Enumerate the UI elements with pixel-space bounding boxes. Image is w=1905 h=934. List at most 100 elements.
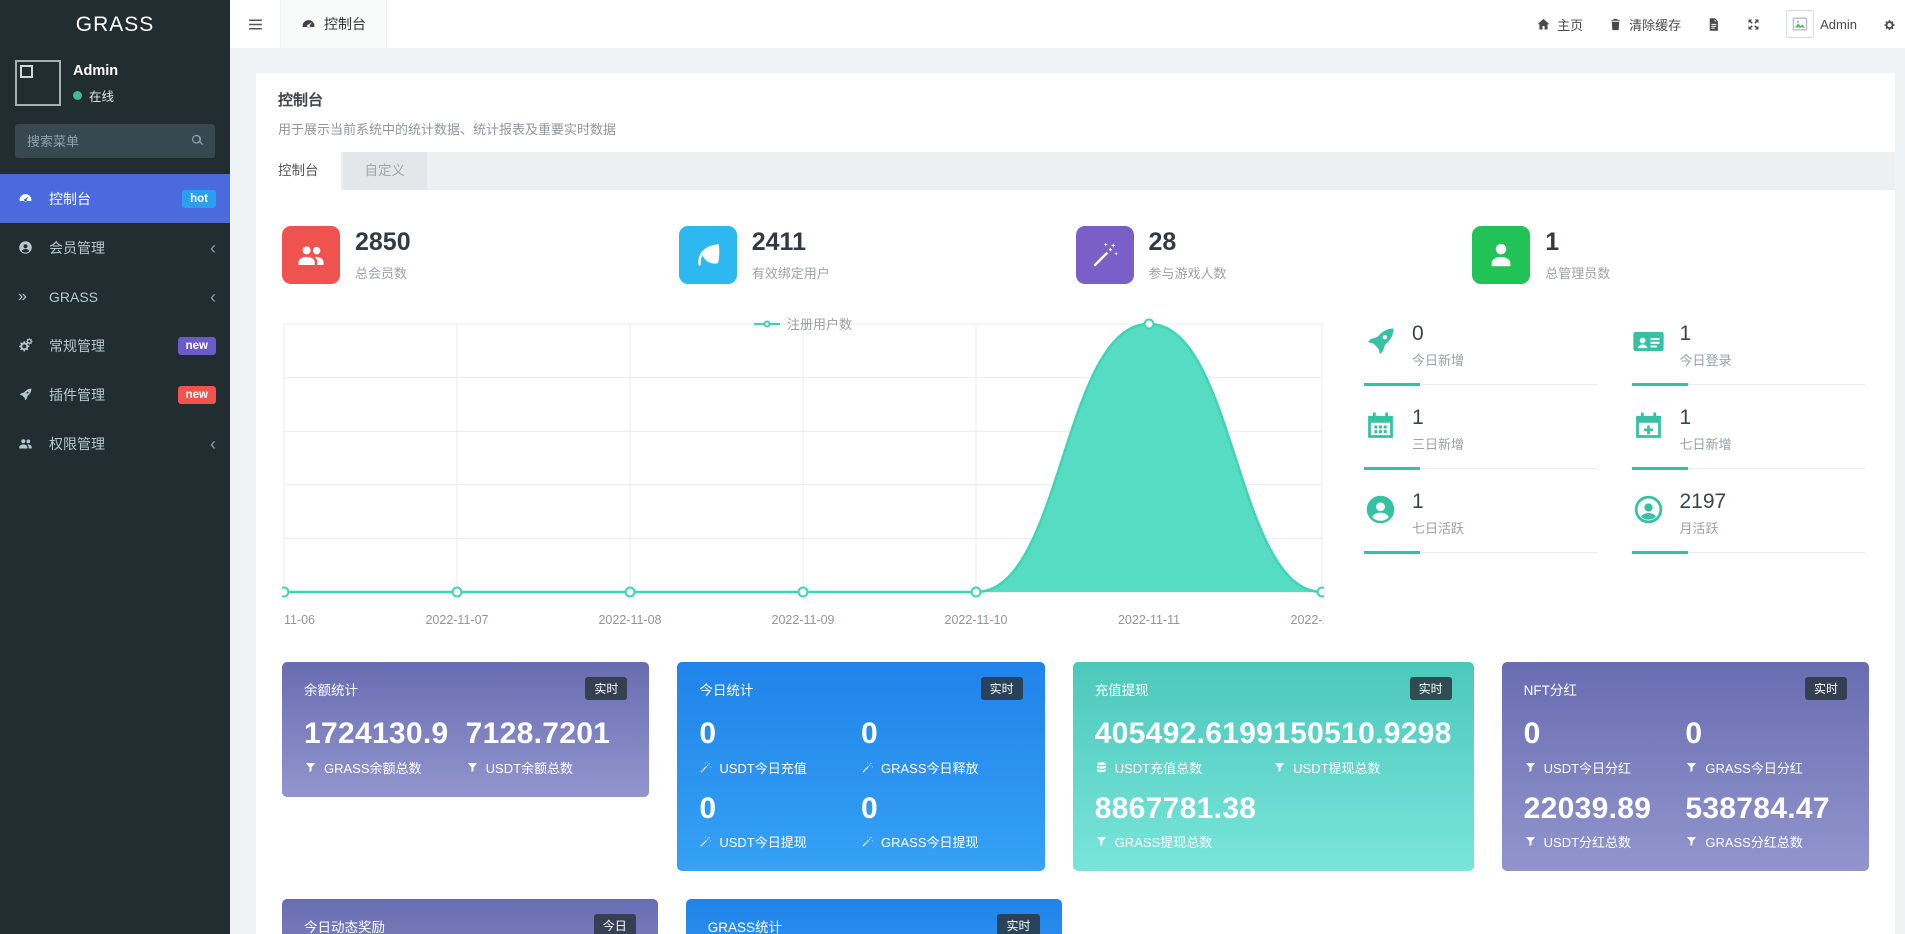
- clear-cache-label: 清除缓存: [1629, 15, 1681, 34]
- card-stat-value: 0: [699, 718, 861, 750]
- fullscreen-button[interactable]: [1746, 17, 1761, 32]
- magic-wand-icon: [861, 835, 874, 848]
- dashboard-panel: 控制台 用于展示当前系统中的统计数据、统计报表及重要实时数据 控制台 自定义: [256, 73, 1895, 934]
- tab-bar: 控制台 自定义: [256, 152, 1895, 190]
- x-axis-label: 2022-11-11: [1118, 613, 1180, 627]
- home-icon: [1536, 17, 1551, 32]
- card-balance-stats: 余额统计 实时 1724130.9 GRASS余额总数 7128.7201: [282, 662, 649, 797]
- realtime-badge: 实时: [585, 677, 627, 700]
- user-circle-solid-icon: [1364, 493, 1397, 526]
- ministat-7day-new: 1 七日新增: [1632, 406, 1866, 469]
- user-icon: [1472, 226, 1530, 284]
- avatar: [1786, 10, 1814, 38]
- tab-custom[interactable]: 自定义: [343, 152, 428, 190]
- card-stat-value: 8867781.38: [1095, 793, 1273, 825]
- sidebar-item-grass[interactable]: » GRASS ‹: [0, 272, 230, 321]
- page-subtitle: 用于展示当前系统中的统计数据、统计报表及重要实时数据: [278, 119, 1873, 138]
- users-icon: [282, 226, 340, 284]
- stat-value: 2411: [752, 228, 830, 257]
- sidebar: GRASS Admin 在线 控制台 hot: [0, 0, 230, 934]
- card-stat-label: GRASS今日提现: [881, 832, 979, 851]
- card-stat: 0 GRASS今日分红: [1685, 718, 1847, 777]
- sidebar-item-general[interactable]: 常规管理 new: [0, 321, 230, 370]
- topbar-right: 主页 清除缓存: [1536, 0, 1905, 48]
- angles-right-icon: »: [18, 288, 40, 306]
- magic-wand-icon: [861, 761, 874, 774]
- topbar: 控制台 主页 清除缓存: [230, 0, 1905, 48]
- chart-row: 注册用户数 11-062022-11-072022-11-082022-11-0…: [282, 310, 1869, 632]
- funnel-icon: [1524, 835, 1537, 848]
- card-stat-label: GRASS今日分红: [1705, 758, 1803, 777]
- x-axis-label: 2022-11-08: [598, 613, 661, 627]
- ministat-value: 1: [1680, 322, 1732, 345]
- gears-icon: [1882, 17, 1897, 32]
- rocket-icon: [1364, 325, 1397, 358]
- ministat-value: 1: [1412, 490, 1464, 513]
- card-deposit-withdraw: 充值提现 实时 405492.6199 USDT充值总数 150510.9298: [1073, 662, 1474, 871]
- broken-image-icon: [20, 65, 33, 78]
- id-card-icon: [1632, 325, 1665, 358]
- stat-total-members: 2850 总会员数: [282, 226, 679, 284]
- x-axis-label: 11-06: [284, 613, 315, 627]
- card-stat-label: USDT今日提现: [719, 832, 806, 851]
- user-circle-icon: [18, 240, 40, 255]
- divider: [1632, 384, 1866, 385]
- card-stat: 150510.9298 USDT提现总数: [1273, 718, 1451, 777]
- page-title: 控制台: [278, 89, 1873, 110]
- document-button[interactable]: [1706, 17, 1721, 32]
- card-stat-label: GRASS余额总数: [324, 758, 422, 777]
- registered-users-chart: 注册用户数 11-062022-11-072022-11-082022-11-0…: [282, 310, 1324, 632]
- card-nft-dividend: NFT分红 实时 0 USDT今日分红 0 GRASS今日分红: [1502, 662, 1869, 871]
- card-stat-label: USDT今日充值: [719, 758, 806, 777]
- stat-value: 1: [1545, 228, 1610, 257]
- hamburger-menu-icon[interactable]: [230, 0, 280, 48]
- gears-icon: [18, 338, 40, 353]
- funnel-icon: [1095, 835, 1108, 848]
- sidebar-item-label: 常规管理: [49, 336, 105, 356]
- card-title: 充值提现: [1095, 679, 1149, 699]
- legend-marker-icon: [754, 323, 780, 325]
- card-grass-stats: GRASS统计 实时: [686, 899, 1062, 934]
- card-stat-value: 405492.6199: [1095, 718, 1273, 750]
- x-axis-labels: 11-062022-11-072022-11-082022-11-092022-…: [282, 610, 1324, 632]
- ministats-grid: 0 今日新增 1 今日登录: [1324, 310, 1869, 632]
- card-stat-label: GRASS分红总数: [1705, 832, 1803, 851]
- divider: [1632, 552, 1866, 553]
- divider: [1632, 468, 1866, 469]
- ministat-label: 七日活跃: [1412, 518, 1464, 537]
- ministat-today-new: 0 今日新增: [1364, 322, 1598, 385]
- sidebar-item-plugins[interactable]: 插件管理 new: [0, 370, 230, 419]
- sidebar-item-label: 权限管理: [49, 434, 105, 454]
- chevron-left-icon: ‹: [210, 288, 216, 306]
- realtime-badge: 实时: [981, 677, 1023, 700]
- legend-label: 注册用户数: [787, 314, 852, 333]
- card-stat: 1724130.9 GRASS余额总数: [304, 718, 466, 777]
- tab-dashboard[interactable]: 控制台: [256, 152, 341, 190]
- funnel-icon: [304, 761, 317, 774]
- card-stat-value: 0: [1685, 718, 1847, 750]
- card-stat-value: 0: [861, 718, 1023, 750]
- user-menu[interactable]: Admin: [1786, 10, 1857, 38]
- card-stat: 22039.89 USDT分红总数: [1524, 793, 1686, 852]
- sidebar-item-permissions[interactable]: 权限管理 ‹: [0, 419, 230, 468]
- ministat-today-login: 1 今日登录: [1632, 322, 1866, 385]
- sidebar-item-members[interactable]: 会员管理 ‹: [0, 223, 230, 272]
- topbar-tab-dashboard[interactable]: 控制台: [280, 0, 387, 48]
- chevron-left-icon: ‹: [210, 435, 216, 453]
- home-label: 主页: [1557, 15, 1583, 34]
- ministat-month-active: 2197 月活跃: [1632, 490, 1866, 553]
- search-input[interactable]: [15, 124, 215, 158]
- magic-wand-icon: [699, 761, 712, 774]
- home-button[interactable]: 主页: [1536, 15, 1583, 34]
- realtime-badge: 实时: [1410, 677, 1452, 700]
- clear-cache-button[interactable]: 清除缓存: [1608, 15, 1681, 34]
- user-status: 在线: [89, 86, 114, 105]
- ministat-value: 1: [1680, 406, 1732, 429]
- ministat-label: 三日新增: [1412, 434, 1464, 453]
- card-title: GRASS统计: [708, 916, 782, 934]
- settings-button[interactable]: [1882, 17, 1897, 32]
- funnel-icon: [1685, 835, 1698, 848]
- card-stat: 0 GRASS今日释放: [861, 718, 1023, 777]
- card-stat-value: 0: [861, 793, 1023, 825]
- sidebar-item-dashboard[interactable]: 控制台 hot: [0, 174, 230, 223]
